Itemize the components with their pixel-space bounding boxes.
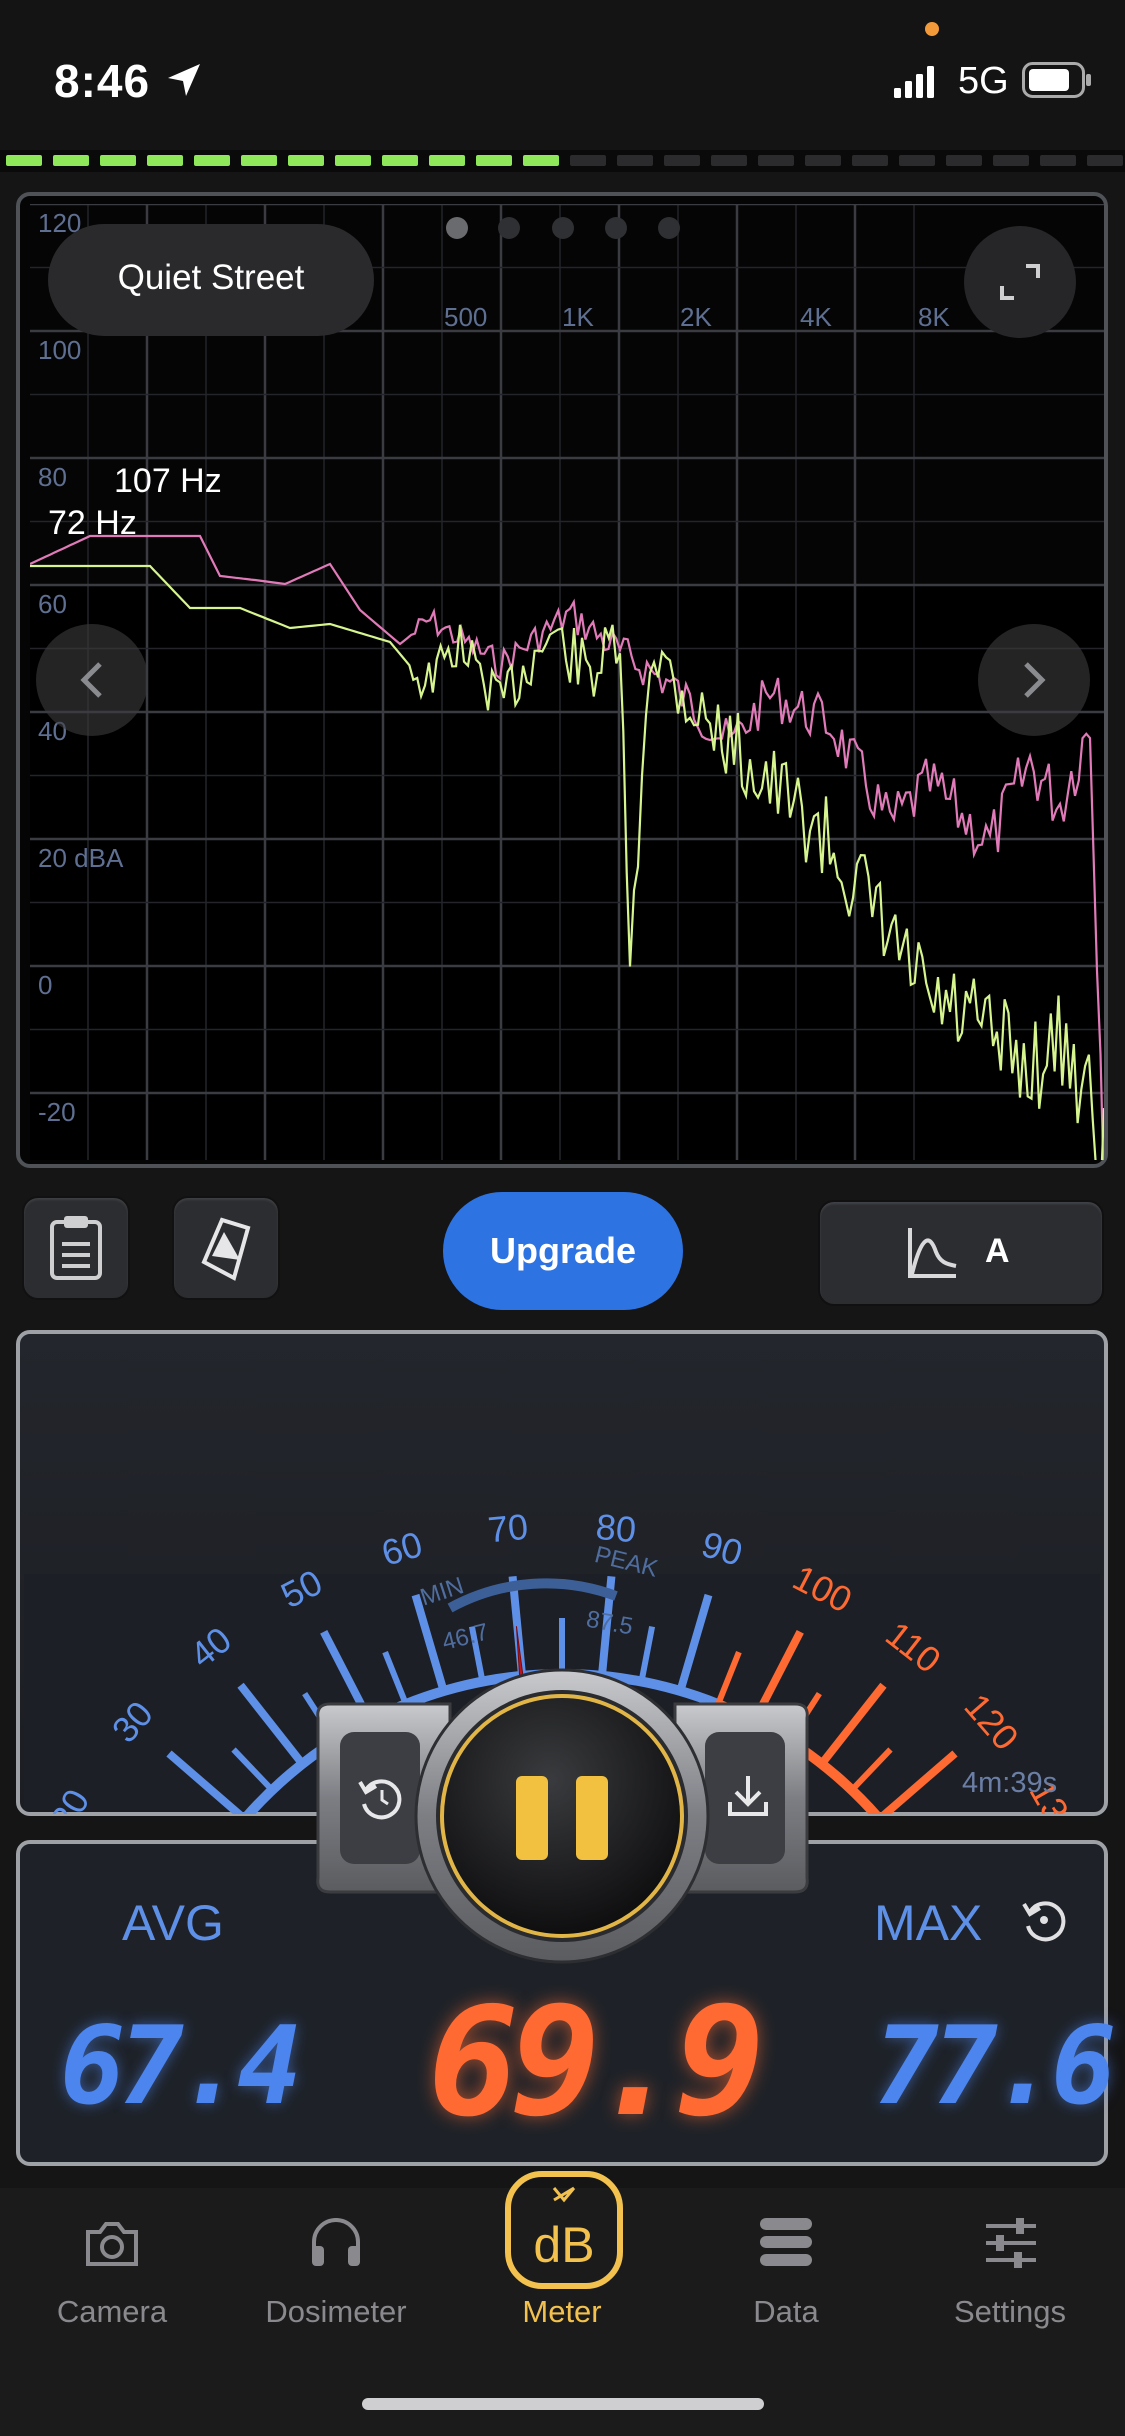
level-segment xyxy=(382,155,418,166)
chevron-left-icon xyxy=(80,662,102,698)
avg-value: 67.4 xyxy=(60,2004,302,2129)
location-arrow-icon xyxy=(168,64,200,96)
level-segment xyxy=(617,155,653,166)
tab-label-data: Data xyxy=(753,2294,819,2329)
level-segment xyxy=(711,155,747,166)
freq-label-2k: 2K xyxy=(680,302,712,332)
level-segment xyxy=(6,155,42,166)
avg-label: AVG xyxy=(122,1895,224,1951)
battery-icon xyxy=(1022,62,1091,98)
level-segment xyxy=(758,155,794,166)
db-label-60: 60 xyxy=(38,589,67,619)
notes-button[interactable] xyxy=(22,1196,130,1300)
level-segment xyxy=(288,155,324,166)
weighting-button[interactable] xyxy=(818,1200,1104,1306)
tab-label-dosimeter: Dosimeter xyxy=(265,2294,407,2329)
level-segment xyxy=(664,155,700,166)
level-segment xyxy=(946,155,982,166)
tab-label-settings: Settings xyxy=(953,2294,1066,2329)
tab-label-camera: Camera xyxy=(56,2294,168,2329)
db-label-0: 0 xyxy=(38,970,52,1000)
pager-dot[interactable] xyxy=(552,217,574,239)
tab-label-meter: Meter xyxy=(522,2294,602,2329)
gauge-label: 90 xyxy=(697,1523,747,1574)
camera-icon xyxy=(86,2222,138,2266)
pager-dot[interactable] xyxy=(605,217,627,239)
reset-max-icon[interactable] xyxy=(1016,1892,1072,1948)
level-segment xyxy=(194,155,230,166)
db-label-100: 100 xyxy=(38,335,81,365)
level-segment xyxy=(335,155,371,166)
level-segment xyxy=(523,155,559,166)
database-icon xyxy=(760,2218,812,2266)
freq-label-8k: 8K xyxy=(918,302,950,332)
home-indicator xyxy=(362,2398,764,2410)
pager-dot[interactable] xyxy=(446,217,468,239)
headphones-icon xyxy=(312,2218,360,2266)
expand-icon xyxy=(1000,264,1040,300)
gauge-label: 70 xyxy=(486,1506,530,1551)
level-segment xyxy=(899,155,935,166)
db-label-minus20: -20 xyxy=(38,1097,76,1127)
spectrum-chart: 500 1K 2K 4K 8K 120 100 80 60 40 20 dBA … xyxy=(30,204,1104,1160)
weighting-label: A xyxy=(985,1232,1010,1270)
level-segment xyxy=(100,155,136,166)
clipboard-icon xyxy=(50,1216,102,1280)
peak-frequency-label: 72 Hz xyxy=(48,504,137,542)
level-segment xyxy=(1040,155,1076,166)
playback-controls xyxy=(316,1668,809,1964)
peak-frequency-label: 107 Hz xyxy=(114,462,222,500)
next-graph-button[interactable] xyxy=(978,624,1090,736)
db-label-80: 80 xyxy=(38,462,67,492)
network-type: 5G xyxy=(958,60,1009,102)
chevron-right-icon xyxy=(1024,662,1046,698)
tab-meter-badge: dB xyxy=(533,2217,594,2273)
signal-icon xyxy=(894,66,934,98)
level-segment xyxy=(852,155,888,166)
level-segment xyxy=(993,155,1029,166)
presets-button[interactable] xyxy=(172,1196,280,1300)
freq-label-500: 500 xyxy=(444,302,487,332)
db-meter-icon: dB xyxy=(505,2171,623,2289)
pause-button[interactable] xyxy=(440,1694,684,1938)
freq-label-4k: 4K xyxy=(800,302,832,332)
level-meter-bar xyxy=(0,150,1125,172)
level-segment xyxy=(53,155,89,166)
level-segment xyxy=(570,155,606,166)
level-segment xyxy=(1087,155,1123,166)
weighting-curve-icon xyxy=(908,1228,957,1278)
max-label: MAX xyxy=(874,1895,983,1951)
freq-label-1k: 1K xyxy=(562,302,594,332)
level-segment xyxy=(805,155,841,166)
sliders-icon xyxy=(986,2218,1036,2268)
max-value: 77.6 xyxy=(874,2004,1116,2129)
preset-label: Quiet Street xyxy=(117,258,305,297)
upgrade-label: Upgrade xyxy=(489,1230,637,1271)
current-value: 69.9 xyxy=(428,1976,765,2150)
level-segment xyxy=(241,155,277,166)
status-time: 8:46 xyxy=(54,55,151,107)
level-segment xyxy=(476,155,512,166)
pager-dot[interactable] xyxy=(498,217,520,239)
db-label-20: 20 dBA xyxy=(38,843,124,873)
gauge-label: 60 xyxy=(377,1523,427,1574)
cards-icon xyxy=(201,1217,251,1281)
expand-button[interactable] xyxy=(964,226,1076,338)
level-segment xyxy=(147,155,183,166)
privacy-indicator-dot xyxy=(925,22,939,36)
elapsed-time: 4m:39s xyxy=(962,1767,1057,1799)
level-segment xyxy=(429,155,465,166)
previous-graph-button[interactable] xyxy=(36,624,148,736)
pager-dot[interactable] xyxy=(658,217,680,239)
